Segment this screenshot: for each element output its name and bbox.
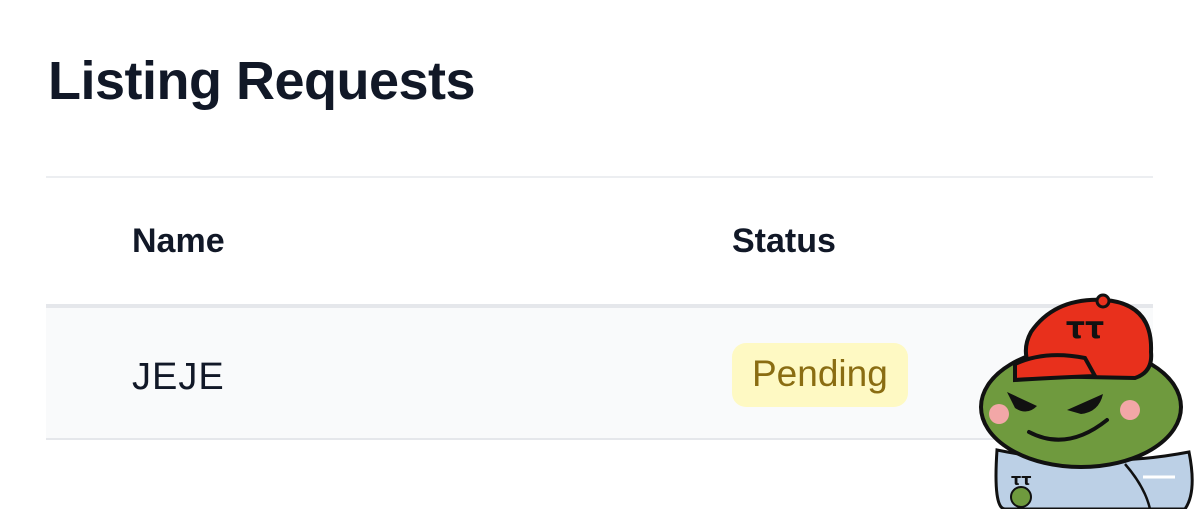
left-cheek <box>989 404 1009 424</box>
request-name-cell: JEJE <box>132 356 225 398</box>
listing-requests-page: Listing Requests Name Status JEJE Pendin… <box>0 0 1200 509</box>
frog-cap-sticker: ττ ττ <box>979 293 1194 509</box>
jacket-pin-frog <box>1010 486 1032 508</box>
column-header-status[interactable]: Status <box>732 222 836 261</box>
cap-brim <box>1013 353 1099 383</box>
right-cheek <box>1120 400 1140 420</box>
page-title: Listing Requests <box>48 51 476 111</box>
table-header-row: Name Status <box>46 178 1153 308</box>
cap-logo: ττ <box>1066 311 1104 346</box>
cap-button <box>1095 293 1111 309</box>
column-header-name[interactable]: Name <box>132 222 225 261</box>
status-badge: Pending <box>732 343 908 407</box>
